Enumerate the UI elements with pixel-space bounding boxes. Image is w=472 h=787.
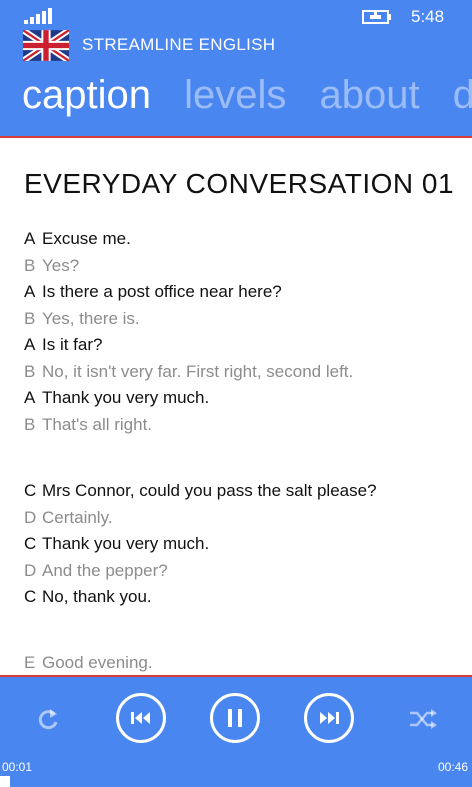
progress-fill xyxy=(0,776,11,787)
tab-caption[interactable]: caption xyxy=(22,73,151,117)
previous-icon xyxy=(131,712,150,724)
pause-icon xyxy=(228,709,242,727)
pivot-tabs: caption levels about de xyxy=(22,73,472,118)
shuffle-icon[interactable] xyxy=(408,707,438,731)
dialogue-line: B Yes? xyxy=(24,256,80,275)
dialogue-line: A Excuse me. xyxy=(24,229,131,248)
dialogue-line: C No, thank you. xyxy=(24,587,152,606)
dialogue-line: A Is it far? xyxy=(24,335,103,354)
next-button[interactable] xyxy=(304,693,354,743)
signal-strength-icon xyxy=(24,8,52,24)
dialogue-line: D Certainly. xyxy=(24,508,113,527)
app-header: 5:48 STREAMLINE ENGLISH caption levels a… xyxy=(0,0,472,136)
status-bar: 5:48 xyxy=(0,0,472,34)
tab-about[interactable]: about xyxy=(320,73,420,117)
uk-flag-icon xyxy=(23,30,69,61)
dialogue-line: C Mrs Connor, could you pass the salt ple… xyxy=(24,481,377,500)
app-title: STREAMLINE ENGLISH xyxy=(82,35,276,54)
dialogue-line: E Good evening. xyxy=(24,653,153,672)
pause-button[interactable] xyxy=(210,693,260,743)
tab-partial[interactable]: de xyxy=(453,73,472,117)
dialogue-line: B Yes, there is. xyxy=(24,309,140,328)
dialogue-line: A Is there a post office near here? xyxy=(24,282,282,301)
dialogue-line: A Thank you very much. xyxy=(24,388,210,407)
previous-button[interactable] xyxy=(116,693,166,743)
elapsed-time: 00:01 xyxy=(2,760,33,774)
dialogue-line: B No, it isn't very far. First right, sec… xyxy=(24,362,354,381)
battery-charging-icon xyxy=(362,10,391,24)
total-time: 00:46 xyxy=(437,760,468,774)
player-separator xyxy=(0,675,472,677)
audio-player: 00:01 00:46 xyxy=(0,675,472,787)
repeat-icon[interactable] xyxy=(34,705,62,733)
dialogue-line: C Thank you very much. xyxy=(24,534,210,553)
dialogue-line: B That's all right. xyxy=(24,415,153,434)
next-icon xyxy=(320,712,339,724)
progress-bar[interactable] xyxy=(0,776,472,787)
tab-levels[interactable]: levels xyxy=(184,73,286,117)
lesson-content[interactable]: EVERYDAY CONVERSATION 01 A Excuse me. B Ye… xyxy=(0,138,472,675)
dialogue-line: D And the pepper? xyxy=(24,561,168,580)
lesson-title: EVERYDAY CONVERSATION 01 xyxy=(24,168,455,199)
clock: 5:48 xyxy=(411,7,445,26)
